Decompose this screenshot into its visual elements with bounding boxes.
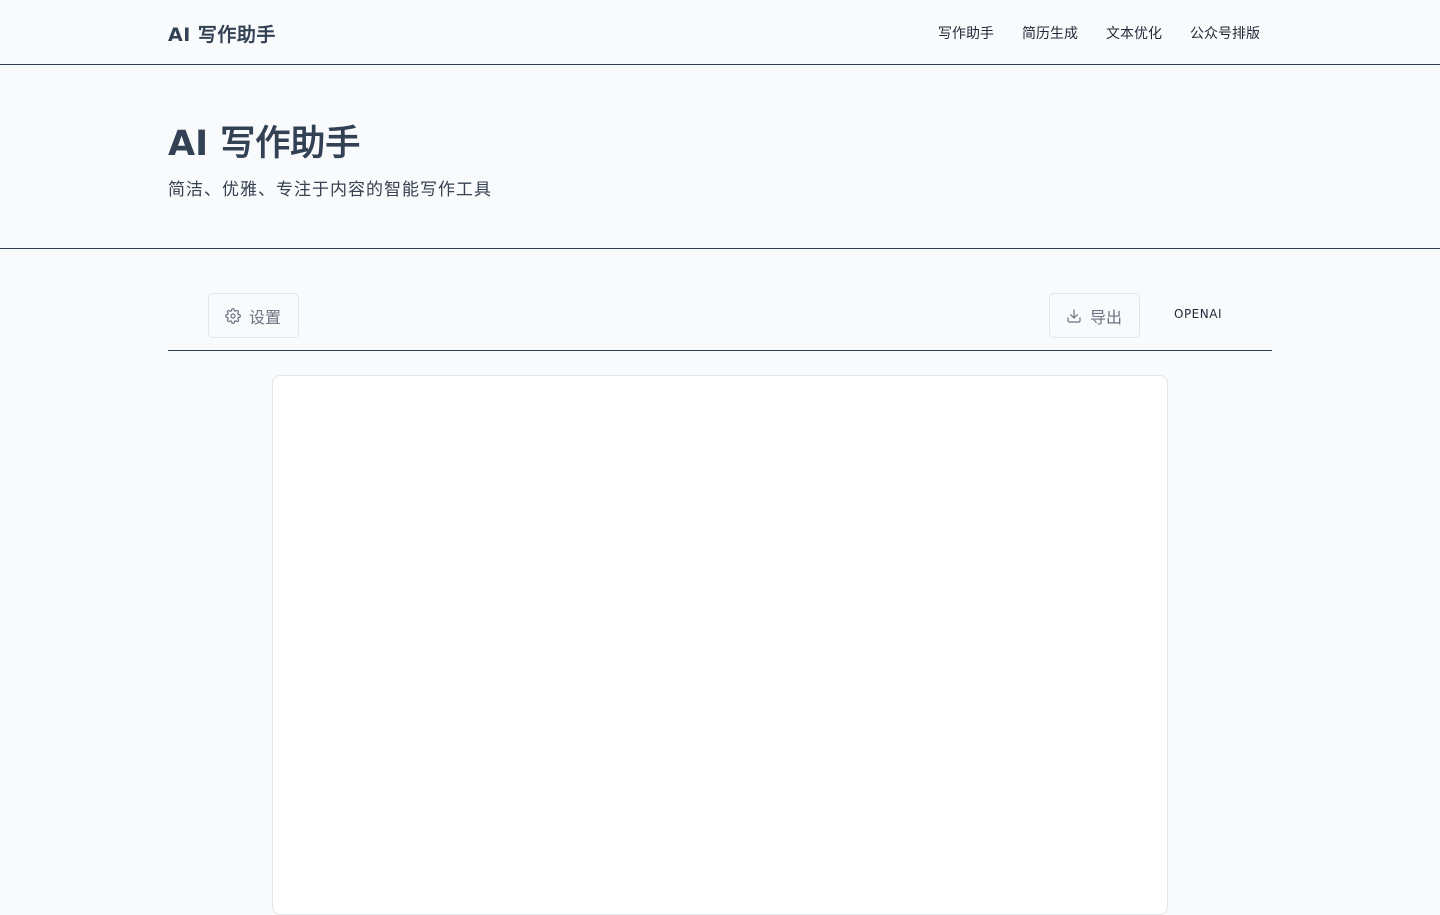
- hero-section: AI 写作助手 简洁、优雅、专注于内容的智能写作工具: [0, 65, 1440, 249]
- main-nav: 写作助手 简历生成 文本优化 公众号排版: [938, 23, 1260, 43]
- settings-button-label: 设置: [249, 307, 282, 327]
- settings-button[interactable]: 设置: [208, 293, 299, 338]
- nav-item-wechat-formatting[interactable]: 公众号排版: [1190, 23, 1260, 43]
- export-button-label: 导出: [1090, 307, 1123, 327]
- page-title: AI 写作助手: [168, 124, 361, 164]
- nav-item-resume-generator[interactable]: 简历生成: [1022, 23, 1078, 43]
- nav-item-writing-assistant[interactable]: 写作助手: [938, 23, 994, 43]
- download-icon: [1066, 308, 1082, 324]
- gear-icon: [225, 307, 241, 324]
- export-button[interactable]: 导出: [1049, 293, 1140, 338]
- page-subtitle: 简洁、优雅、专注于内容的智能写作工具: [168, 180, 492, 200]
- model-provider-selector[interactable]: OPENAI: [1174, 307, 1222, 321]
- editor-panel[interactable]: [272, 375, 1168, 915]
- nav-item-text-optimization[interactable]: 文本优化: [1106, 23, 1162, 43]
- editor-toolbar: 设置 导出 OPENAI: [168, 249, 1272, 351]
- brand-logo[interactable]: AI 写作助手: [168, 20, 276, 47]
- top-navbar: AI 写作助手 写作助手 简历生成 文本优化 公众号排版: [0, 0, 1440, 65]
